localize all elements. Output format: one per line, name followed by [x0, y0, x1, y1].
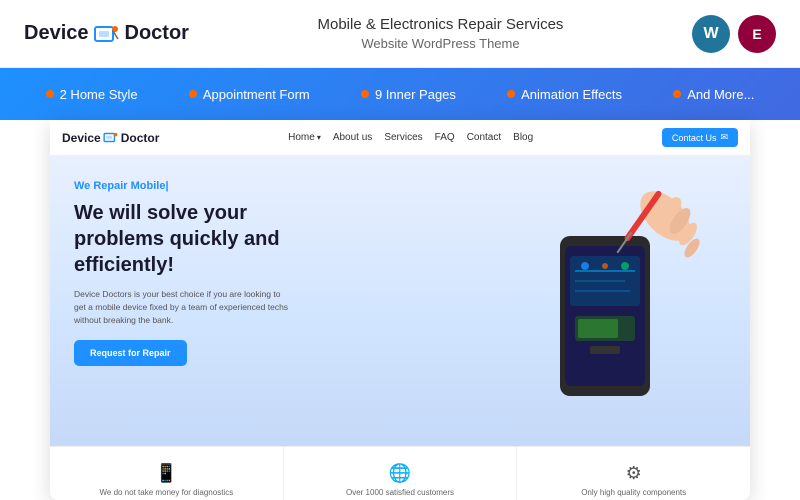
hero-title: We will solve your problems quickly and …	[74, 200, 334, 278]
feature-label-2: Appointment Form	[203, 87, 310, 102]
feature-dot-5	[673, 90, 681, 98]
feature-dot-2	[189, 90, 197, 98]
nav-contact[interactable]: Contact	[467, 132, 501, 143]
stat-label-2: Over 1000 satisfied customers	[346, 488, 454, 498]
hero-description: Device Doctors is your best choice if yo…	[74, 288, 294, 326]
mobile-icon: 📱	[155, 463, 177, 484]
logo-text2: Doctor	[125, 22, 189, 45]
elementor-icon: E	[738, 15, 776, 53]
stat-label-1: We do not take money for diagnostics	[99, 488, 233, 498]
stats-row: 📱 We do not take money for diagnostics 🌐…	[50, 446, 750, 500]
nav-blog[interactable]: Blog	[513, 132, 533, 143]
feature-item-5: And More...	[673, 87, 754, 102]
nav-faq[interactable]: FAQ	[435, 132, 455, 143]
preview-container: Device Doctor Home About us Services FAQ…	[50, 120, 750, 500]
feature-dot-3	[361, 90, 369, 98]
feature-label-4: Animation Effects	[521, 87, 622, 102]
stat-card-2: 🌐 Over 1000 satisfied customers	[284, 447, 518, 500]
email-icon: ✉	[720, 132, 728, 143]
features-bar: 2 Home Style Appointment Form 9 Inner Pa…	[0, 68, 800, 120]
feature-dot-4	[507, 90, 515, 98]
repair-btn-label: Request for Repair	[90, 348, 171, 358]
feature-item-2: Appointment Form	[189, 87, 310, 102]
logo-icon	[93, 23, 121, 45]
title-line2: Website WordPress Theme	[189, 35, 692, 53]
contact-btn-label: Contact Us	[672, 133, 717, 143]
feature-dot-1	[46, 90, 54, 98]
wordpress-icon: W	[692, 15, 730, 53]
stat-card-1: 📱 We do not take money for diagnostics	[50, 447, 284, 500]
request-repair-button[interactable]: Request for Repair	[74, 340, 187, 366]
header-title: Mobile & Electronics Repair Services Web…	[189, 14, 692, 53]
site-header: Device Doctor Mobile & Electronics Repai…	[0, 0, 800, 68]
logo: Device Doctor	[24, 22, 189, 45]
nav-home[interactable]: Home	[288, 132, 321, 143]
feature-label-5: And More...	[687, 87, 754, 102]
mini-logo-text2: Doctor	[121, 131, 160, 145]
hero-content: We Repair Mobile| We will solve your pro…	[50, 156, 750, 446]
nav-about[interactable]: About us	[333, 132, 372, 143]
gear-icon: ⚙	[626, 463, 642, 484]
contact-us-button[interactable]: Contact Us ✉	[662, 128, 738, 147]
feature-label-3: 9 Inner Pages	[375, 87, 456, 102]
feature-item-1: 2 Home Style	[46, 87, 138, 102]
feature-item-3: 9 Inner Pages	[361, 87, 456, 102]
stat-card-3: ⚙ Only high quality components	[517, 447, 750, 500]
browser-chrome: Device Doctor Home About us Services FAQ…	[50, 120, 750, 156]
feature-label-1: 2 Home Style	[60, 87, 138, 102]
title-line1: Mobile & Electronics Repair Services	[189, 14, 692, 35]
hero-subtitle: We Repair Mobile|	[74, 180, 730, 192]
platform-icons: W E	[692, 15, 776, 53]
mini-nav: Home About us Services FAQ Contact Blog	[288, 132, 533, 143]
globe-icon: 🌐	[389, 463, 411, 484]
feature-item-4: Animation Effects	[507, 87, 622, 102]
mini-logo-text1: Device	[62, 131, 101, 145]
mini-logo: Device Doctor	[62, 131, 159, 145]
logo-text1: Device	[24, 22, 89, 45]
hero-section: We Repair Mobile| We will solve your pro…	[50, 156, 750, 446]
stat-label-3: Only high quality components	[581, 488, 686, 498]
nav-services[interactable]: Services	[384, 132, 422, 143]
